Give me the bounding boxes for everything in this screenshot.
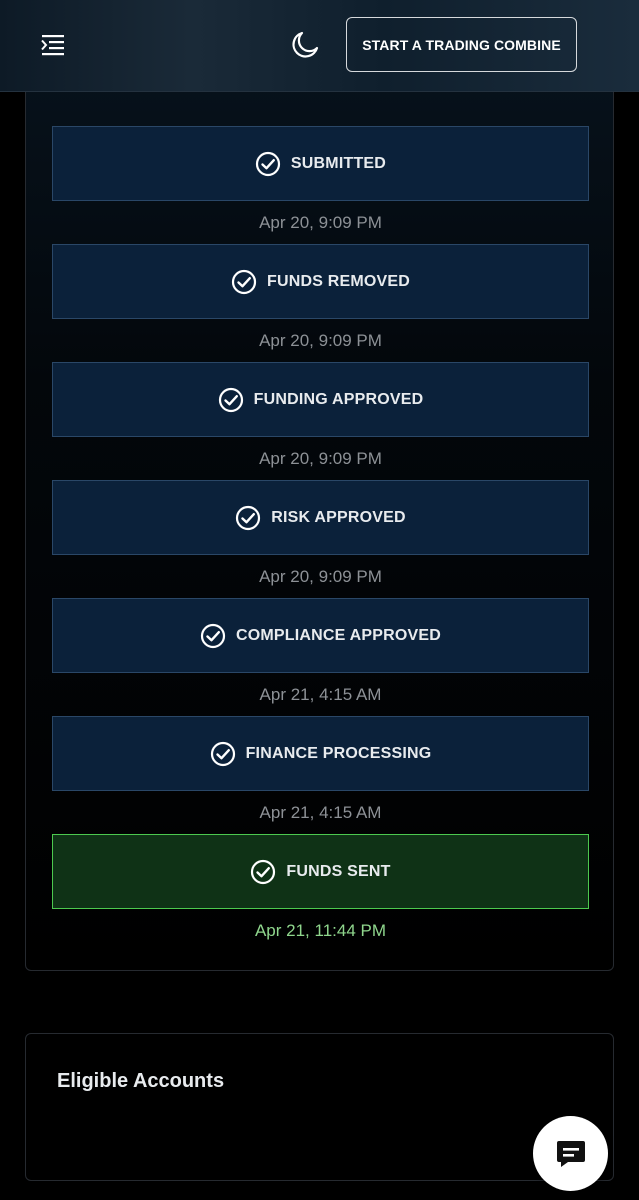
status-step-timestamp: Apr 20, 9:09 PM bbox=[259, 566, 382, 586]
status-step: FUNDS SENT Apr 21, 11:44 PM bbox=[52, 834, 589, 952]
status-step: SUBMITTED Apr 20, 9:09 PM bbox=[52, 126, 589, 244]
check-circle-icon bbox=[200, 623, 226, 648]
status-step-label: SUBMITTED bbox=[290, 154, 387, 172]
eligible-accounts-card: Eligible Accounts bbox=[25, 1033, 614, 1181]
payout-status-page: START A TRADING COMBINE SUBMITTED Apr 20,… bbox=[0, 0, 639, 1200]
check-circle-icon bbox=[231, 269, 257, 294]
status-step-timestamp: Apr 20, 9:09 PM bbox=[259, 330, 382, 350]
status-step: FUNDING APPROVED Apr 20, 9:09 PM bbox=[52, 362, 589, 480]
check-circle-icon bbox=[255, 151, 281, 176]
status-step: FUNDS REMOVED Apr 20, 9:09 PM bbox=[52, 244, 589, 362]
status-step-label: RISK APPROVED bbox=[271, 508, 406, 526]
status-step-label: FUNDS REMOVED bbox=[266, 272, 411, 290]
status-step-label: FUNDING APPROVED bbox=[253, 390, 424, 408]
status-step-box: COMPLIANCE APPROVED bbox=[52, 598, 589, 673]
status-step-timestamp: Apr 21, 4:15 AM bbox=[259, 802, 382, 822]
theme-toggle-button[interactable] bbox=[288, 28, 322, 62]
start-trading-combine-button[interactable]: START A TRADING COMBINE bbox=[346, 17, 577, 72]
status-step-label: FUNDS SENT bbox=[286, 862, 391, 880]
status-step-box: SUBMITTED bbox=[52, 126, 589, 201]
status-step: RISK APPROVED Apr 20, 9:09 PM bbox=[52, 480, 589, 598]
status-step-box: RISK APPROVED bbox=[52, 480, 589, 555]
chat-button[interactable] bbox=[533, 1116, 608, 1191]
eligible-accounts-title: Eligible Accounts bbox=[57, 1070, 225, 1092]
status-steps-list: SUBMITTED Apr 20, 9:09 PM FUNDS REMOVED Apr… bbox=[52, 126, 589, 952]
status-step-box: FUNDS SENT bbox=[52, 834, 589, 909]
status-step-label: COMPLIANCE APPROVED bbox=[235, 626, 441, 644]
status-step: COMPLIANCE APPROVED Apr 21, 4:15 AM bbox=[52, 598, 589, 716]
check-circle-icon bbox=[236, 505, 261, 530]
sidebar-expand-icon bbox=[41, 35, 64, 56]
status-step-timestamp: Apr 20, 9:09 PM bbox=[259, 448, 382, 468]
status-step-label: FINANCE PROCESSING bbox=[245, 744, 432, 762]
status-step-box: FUNDS REMOVED bbox=[52, 244, 589, 319]
check-circle-icon bbox=[210, 741, 235, 766]
chat-icon bbox=[556, 1140, 585, 1167]
top-header: START A TRADING COMBINE bbox=[0, 0, 639, 92]
status-step-timestamp: Apr 21, 11:44 PM bbox=[254, 920, 387, 940]
payout-status-card: SUBMITTED Apr 20, 9:09 PM FUNDS REMOVED Apr… bbox=[25, 60, 614, 971]
check-circle-icon bbox=[218, 387, 243, 412]
status-step-timestamp: Apr 20, 9:09 PM bbox=[259, 212, 382, 232]
status-step-timestamp: Apr 21, 4:15 AM bbox=[259, 684, 382, 704]
status-step-box: FINANCE PROCESSING bbox=[52, 716, 589, 791]
status-step: FINANCE PROCESSING Apr 21, 4:15 AM bbox=[52, 716, 589, 834]
moon-icon bbox=[292, 31, 319, 58]
check-circle-icon bbox=[251, 859, 276, 884]
sidebar-toggle-button[interactable] bbox=[38, 30, 68, 60]
status-step-box: FUNDING APPROVED bbox=[52, 362, 589, 437]
